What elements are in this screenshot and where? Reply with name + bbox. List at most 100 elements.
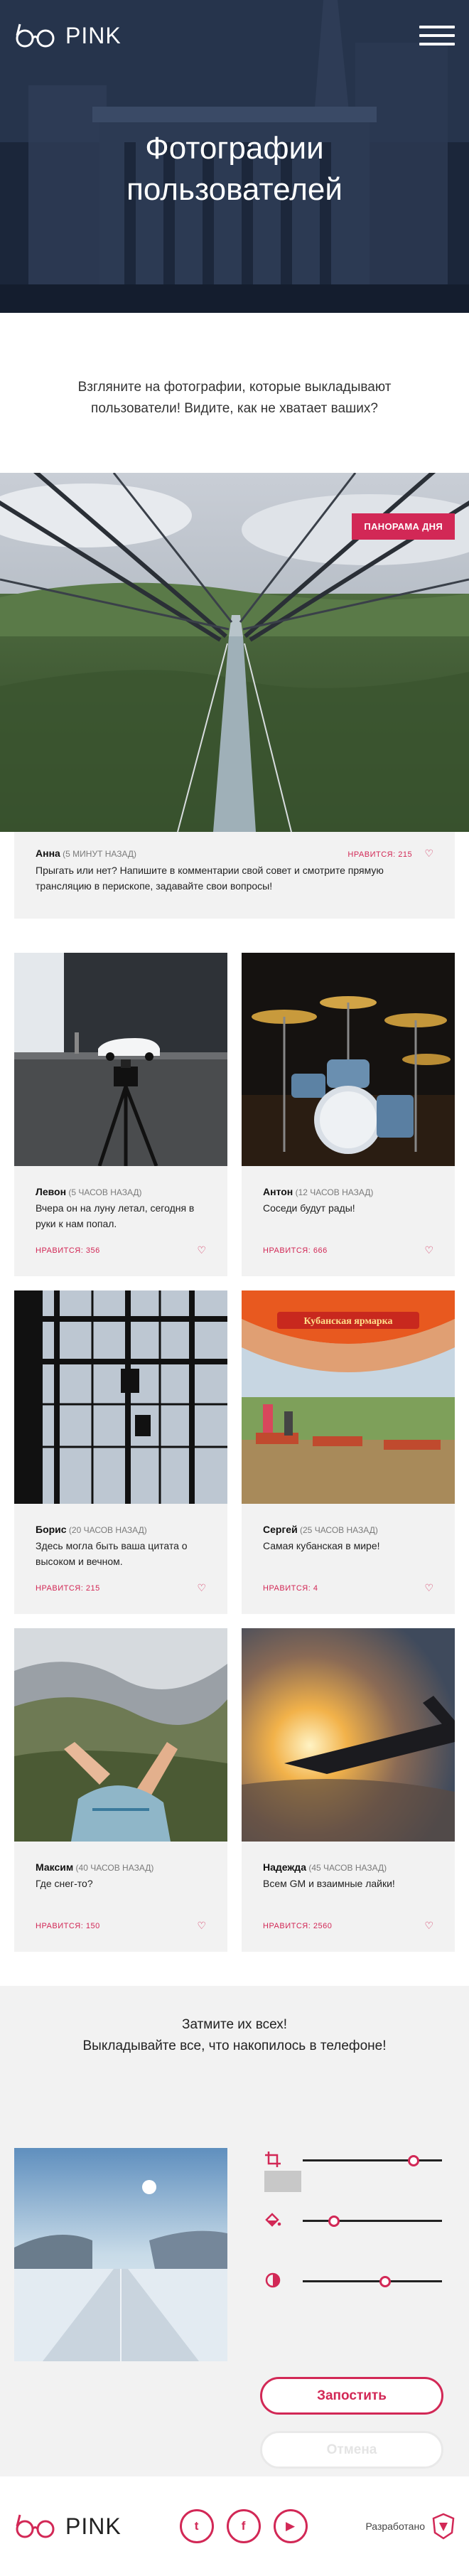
fill-icon [265, 2213, 281, 2227]
effect-controls [263, 2149, 448, 2331]
likes-count: НРАВИТСЯ: 215 [36, 1583, 100, 1593]
photo-image[interactable] [242, 953, 455, 1166]
post-text: Где снег-то? [36, 1878, 93, 1889]
post-author[interactable]: Сергей [263, 1524, 298, 1535]
heart-icon[interactable]: ♡ [424, 1920, 433, 1932]
photo-image[interactable] [14, 1290, 227, 1504]
post-author[interactable]: Борис [36, 1524, 67, 1535]
likes-count: НРАВИТСЯ: 215 [347, 850, 413, 859]
fill-control [263, 2210, 448, 2270]
panorama-badge: ПАНОРАМА ДНЯ [352, 513, 455, 540]
crop-control [263, 2149, 448, 2210]
photo-card: Максим (40 ЧАСОВ НАЗАД) Где снег-то? НРА… [14, 1628, 227, 1952]
footer-logo[interactable]: PINK [14, 2512, 122, 2540]
upload-title: Затмите их всех! Выкладывайте все, что н… [0, 1986, 469, 2057]
likes-count: НРАВИТСЯ: 4 [263, 1583, 318, 1593]
post-time: (12 ЧАСОВ НАЗАД) [295, 1187, 374, 1197]
youtube-icon[interactable]: ▶ [273, 2509, 308, 2543]
heart-icon[interactable]: ♡ [424, 1582, 433, 1594]
page-title: Фотографии пользователей [0, 128, 469, 210]
upload-title-line-1: Затмите их всех! [181, 2017, 288, 2032]
post-text: Всем GM и взаимные лайки! [263, 1878, 395, 1889]
post-author[interactable]: Анна [36, 848, 60, 859]
crop-preview-box [264, 2171, 301, 2192]
crop-icon [265, 2152, 281, 2167]
glasses-logo-icon [16, 23, 55, 48]
twitter-icon[interactable]: t [179, 2509, 214, 2543]
glasses-logo-icon [16, 2514, 55, 2538]
footer-logo-text: PINK [65, 2513, 122, 2539]
contrast-slider-handle[interactable] [379, 2276, 391, 2287]
photo-grid: Левон (5 ЧАСОВ НАЗАД) Вчера он на луну л… [0, 919, 469, 1952]
post-time: (20 ЧАСОВ НАЗАД) [68, 1525, 147, 1535]
post-text: Вчера он на луну летал, сегодня в руки к… [36, 1202, 195, 1229]
post-author[interactable]: Левон [36, 1186, 66, 1197]
hero: PINK Фотографии пользователей [0, 0, 469, 313]
fill-slider-track[interactable] [303, 2220, 442, 2222]
footer: PINK t f ▶ Разработано [0, 2476, 469, 2576]
mountain-legs-image [14, 1628, 227, 1842]
panorama-card: Анна (5 МИНУТ НАЗАД) НРАВИТСЯ: 215 ♡ Пры… [14, 832, 455, 919]
post-time: (5 МИНУТ НАЗАД) [63, 849, 137, 859]
contrast-slider-track[interactable] [303, 2280, 442, 2282]
camera-tripod-image [14, 953, 227, 1166]
post-time: (25 ЧАСОВ НАЗАД) [300, 1525, 378, 1535]
site-logo[interactable]: PINK [14, 21, 122, 50]
upload-title-line-2: Выкладывайте все, что накопилось в телеф… [82, 2038, 387, 2053]
likes-count: НРАВИТСЯ: 150 [36, 1921, 100, 1930]
heart-icon[interactable]: ♡ [424, 848, 433, 859]
studio-logo-icon [432, 2513, 455, 2540]
cancel-button[interactable]: Отмена [260, 2431, 443, 2469]
contrast-icon [265, 2272, 281, 2288]
fill-slider-handle[interactable] [328, 2216, 340, 2227]
upload-form: Затмите их всех! Выкладывайте все, что н… [0, 1986, 469, 2476]
glass-roof-image [14, 1290, 227, 1504]
panorama-photo[interactable]: ПАНОРАМА ДНЯ [0, 473, 469, 832]
heart-icon[interactable]: ♡ [197, 1582, 206, 1594]
photo-card: Антон (12 ЧАСОВ НАЗАД) Соседи будут рады… [242, 953, 455, 1276]
logo-text: PINK [65, 22, 122, 48]
photo-card: Надежда (45 ЧАСОВ НАЗАД) Всем GM и взаим… [242, 1628, 455, 1952]
photo-image[interactable] [242, 1628, 455, 1842]
likes-count: НРАВИТСЯ: 2560 [263, 1921, 333, 1930]
post-text: Здесь могла быть ваша цитата о высоком и… [36, 1540, 188, 1567]
social-links: t f ▶ [179, 2509, 308, 2543]
photo-card: Борис (20 ЧАСОВ НАЗАД) Здесь могла быть … [14, 1290, 227, 1614]
post-author[interactable]: Надежда [263, 1861, 306, 1873]
page-title-line-1: Фотографии [145, 131, 324, 166]
page-title-line-2: пользователей [126, 172, 343, 207]
photo-image[interactable] [14, 953, 227, 1166]
post-text: Соседи будут рады! [263, 1202, 355, 1214]
airplane-wing-image [242, 1628, 455, 1842]
post-time: (5 ЧАСОВ НАЗАД) [68, 1187, 142, 1197]
post-text: Прыгать или нет? Напишите в комментарии … [36, 865, 384, 892]
photo-card: Кубанская ярмарка Сергей (25 ЧАСОВ НАЗАД… [242, 1290, 455, 1614]
heart-icon[interactable]: ♡ [197, 1244, 206, 1256]
post-time: (45 ЧАСОВ НАЗАД) [308, 1863, 387, 1873]
market-sign: Кубанская ярмарка [303, 1316, 392, 1327]
post-author[interactable]: Антон [263, 1186, 293, 1197]
heart-icon[interactable]: ♡ [197, 1920, 206, 1932]
post-author[interactable]: Максим [36, 1861, 73, 1873]
drum-kit-image [242, 953, 455, 1166]
intro-text: Взгляните на фотографии, которые выклады… [77, 380, 392, 416]
market-image: Кубанская ярмарка [242, 1290, 455, 1504]
photo-image[interactable] [14, 1628, 227, 1842]
photo-card: Левон (5 ЧАСОВ НАЗАД) Вчера он на луну л… [14, 953, 227, 1276]
hamburger-icon[interactable] [419, 26, 455, 46]
likes-count: НРАВИТСЯ: 356 [36, 1246, 100, 1255]
upload-preview-image[interactable] [14, 2148, 227, 2361]
post-time: (40 ЧАСОВ НАЗАД) [75, 1863, 154, 1873]
likes-count: НРАВИТСЯ: 666 [263, 1246, 328, 1255]
made-by[interactable]: Разработано [365, 2513, 455, 2540]
heart-icon[interactable]: ♡ [424, 1244, 433, 1256]
snowy-road-image [14, 2148, 227, 2361]
contrast-control [263, 2270, 448, 2331]
submit-button[interactable]: Запостить [260, 2377, 443, 2415]
crop-slider-track[interactable] [303, 2159, 442, 2161]
facebook-icon[interactable]: f [226, 2509, 261, 2543]
post-text: Самая кубанская в мире! [263, 1540, 380, 1551]
photo-image[interactable]: Кубанская ярмарка [242, 1290, 455, 1504]
crop-slider-handle[interactable] [407, 2155, 419, 2166]
made-by-label: Разработано [365, 2521, 425, 2532]
